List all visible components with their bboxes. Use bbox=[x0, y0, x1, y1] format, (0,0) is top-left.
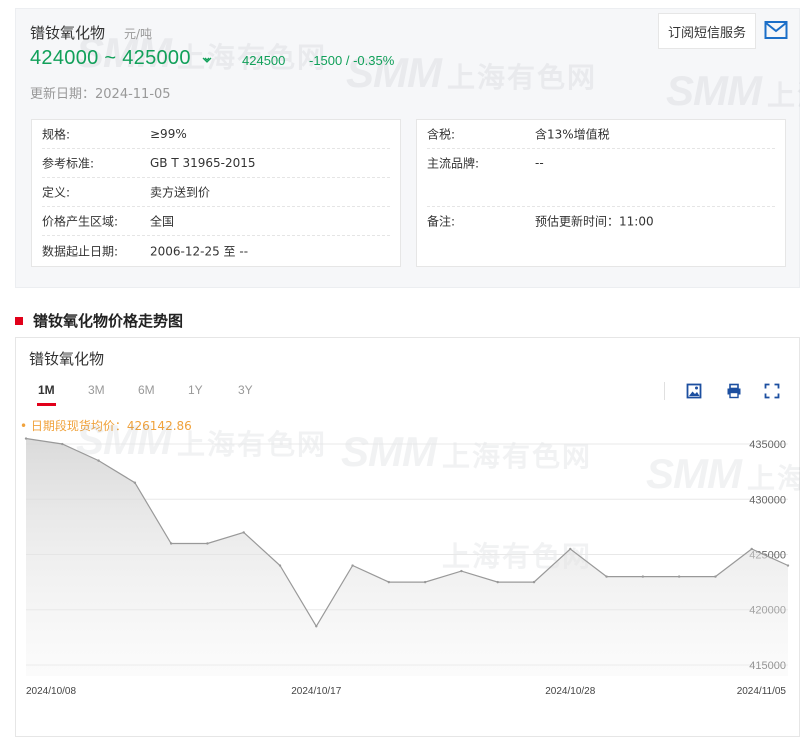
spec-row: 价格产生区域: 全国 bbox=[42, 207, 390, 236]
section-marker bbox=[15, 316, 23, 325]
spec-table-right: 含税: 含13%增值税 主流品牌: -- 备注: 预估更新时间：11:00 bbox=[416, 119, 786, 267]
spec-row: 含税: 含13%增值税 bbox=[427, 120, 775, 149]
mail-icon[interactable] bbox=[764, 20, 788, 40]
data-point bbox=[641, 575, 645, 578]
price-unit: 元/吨 bbox=[124, 27, 153, 41]
data-point bbox=[569, 547, 572, 551]
series-area bbox=[26, 438, 788, 676]
watermark: SMM上海有色网 bbox=[666, 67, 800, 114]
spec-row: 规格: ≥99% bbox=[42, 120, 390, 149]
data-point bbox=[496, 580, 499, 584]
product-name: 镨钕氧化物 bbox=[30, 24, 106, 42]
data-point bbox=[61, 442, 64, 446]
spec-table-left: 规格: ≥99% 参考标准: GB T 31965-2015 定义: 卖方送到价 价格… bbox=[31, 119, 401, 267]
price-change: -1500 / -0.35% bbox=[309, 53, 395, 68]
spec-row: 数据起止日期: 2006-12-25 至 -- bbox=[42, 244, 249, 259]
data-point bbox=[677, 575, 681, 578]
spec-row: 备注: 预估更新时间：11:00 bbox=[427, 214, 654, 229]
data-point bbox=[750, 547, 753, 551]
x-tick-label: 2024/11/05 bbox=[737, 686, 787, 697]
data-point bbox=[460, 569, 463, 573]
data-point bbox=[97, 459, 100, 462]
down-arrow-icon bbox=[202, 57, 212, 68]
data-point bbox=[242, 531, 245, 534]
y-tick-label: 435000 bbox=[749, 439, 786, 451]
x-tick-label: 2024/10/08 bbox=[26, 686, 76, 697]
data-point bbox=[169, 542, 173, 545]
spec-row: 定义: 卖方送到价 bbox=[42, 178, 390, 207]
price-range: 424000 ~ 425000 bbox=[30, 47, 191, 69]
data-point bbox=[351, 564, 354, 567]
subscribe-sms-button[interactable]: 订阅短信服务 bbox=[658, 13, 756, 49]
x-tick-label: 2024/10/17 bbox=[291, 686, 341, 697]
update-date: 更新日期：2024-11-05 bbox=[30, 87, 171, 102]
data-point bbox=[206, 542, 209, 545]
spec-row: 参考标准: GB T 31965-2015 bbox=[42, 149, 390, 178]
price-trend-chart: 4150004200004250004300004350002024/10/08… bbox=[24, 437, 790, 697]
x-tick-label: 2024/10/28 bbox=[545, 686, 595, 697]
data-point bbox=[133, 481, 137, 484]
chart-card: 镨钕氧化物 1M 3M 6M 1Y 3Y • 日期段现货均价：426142.86… bbox=[15, 337, 800, 737]
spec-row: 主流品牌: -- bbox=[427, 149, 775, 207]
average-price: 424500 bbox=[242, 53, 286, 68]
data-point bbox=[605, 575, 608, 578]
data-point bbox=[387, 580, 391, 584]
data-point bbox=[423, 580, 427, 584]
data-point bbox=[315, 625, 318, 628]
data-point bbox=[278, 564, 282, 567]
data-point bbox=[532, 580, 536, 584]
price-card: SMM上海有色网 SMM上海有色网 SMM上海有色网 镨钕氧化物 元/吨 424… bbox=[15, 8, 800, 288]
data-point bbox=[786, 564, 790, 567]
data-point bbox=[24, 437, 28, 440]
y-tick-label: 430000 bbox=[749, 494, 786, 506]
data-point bbox=[714, 575, 717, 578]
section-title: 镨钕氧化物价格走势图 bbox=[15, 310, 183, 331]
